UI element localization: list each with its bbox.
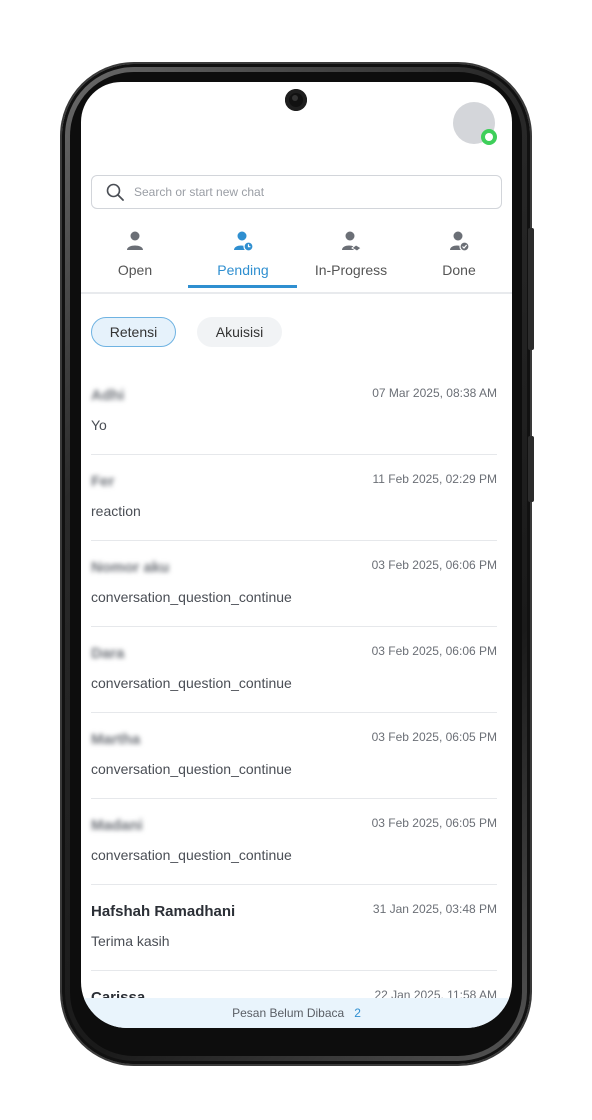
chat-name: Madani [91,817,143,834]
chat-message: reaction [91,503,141,519]
user-pending-icon [234,231,254,252]
chat-time: 07 Mar 2025, 08:38 AM [372,386,497,400]
chat-time: 03 Feb 2025, 06:06 PM [371,558,497,572]
tab-label: In-Progress [314,262,388,278]
power-button [528,436,534,502]
chat-time: 31 Jan 2025, 03:48 PM [372,902,497,916]
volume-button [528,228,534,350]
chat-name: Nomor aku [91,559,170,576]
chat-time: 11 Feb 2025, 02:29 PM [372,472,497,486]
chat-message: Terima kasih [91,933,170,949]
user-handshake-icon [342,231,362,252]
chat-name: Hafshah Ramadhani [91,903,236,920]
tab-pending[interactable]: Pending [189,226,297,290]
tab-label: Pending [217,262,269,278]
tab-done[interactable]: Done [405,226,512,290]
chat-message: conversation_question_continue [91,847,292,863]
tab-open[interactable]: Open [81,226,189,290]
unread-label: Pesan Belum Dibaca [232,1006,345,1020]
chat-time: 03 Feb 2025, 06:05 PM [371,816,497,830]
chat-row[interactable]: Madani 03 Feb 2025, 06:05 PM conversatio… [91,798,497,885]
tab-in-progress[interactable]: In-Progress [297,226,405,290]
chat-time: 03 Feb 2025, 06:05 PM [371,730,497,744]
tab-label: Done [442,262,476,278]
front-camera [285,89,307,111]
chat-name: Martha [91,731,141,748]
chat-row[interactable]: Adhi 07 Mar 2025, 08:38 AM Yo [91,368,497,455]
unread-messages-bar[interactable]: Pesan Belum Dibaca 2 [81,998,512,1028]
filter-chip-retensi[interactable]: Retensi [91,317,176,347]
chat-row[interactable]: Fer 11 Feb 2025, 02:29 PM reaction [91,454,497,541]
online-status-icon [481,129,497,145]
unread-count: 2 [354,1006,361,1020]
search-input[interactable] [132,184,456,200]
active-tab-indicator [188,285,297,288]
chat-row[interactable]: Dara 03 Feb 2025, 06:06 PM conversation_… [91,626,497,713]
tab-label: Open [117,262,153,278]
chat-time: 03 Feb 2025, 06:06 PM [371,644,497,658]
chat-name: Fer [91,473,115,490]
app-screen: Open Pending In-Progress [81,82,512,1028]
chat-name: Dara [91,645,125,662]
chat-name: Adhi [91,387,125,404]
chat-row[interactable]: Hafshah Ramadhani 31 Jan 2025, 03:48 PM … [91,884,497,971]
chat-message: Yo [91,417,107,433]
chat-row[interactable]: Nomor aku 03 Feb 2025, 06:06 PM conversa… [91,540,497,627]
chat-message: conversation_question_continue [91,589,292,605]
status-tabs: Open Pending In-Progress Done [81,226,512,294]
chat-message: conversation_question_continue [91,761,292,777]
user-icon [127,231,143,250]
search-icon [106,183,124,201]
chat-message: conversation_question_continue [91,675,292,691]
search-bar[interactable] [91,175,502,209]
filter-chip-akuisisi[interactable]: Akuisisi [197,317,282,347]
chat-row[interactable]: Martha 03 Feb 2025, 06:05 PM conversatio… [91,712,497,799]
user-check-icon [450,231,470,252]
